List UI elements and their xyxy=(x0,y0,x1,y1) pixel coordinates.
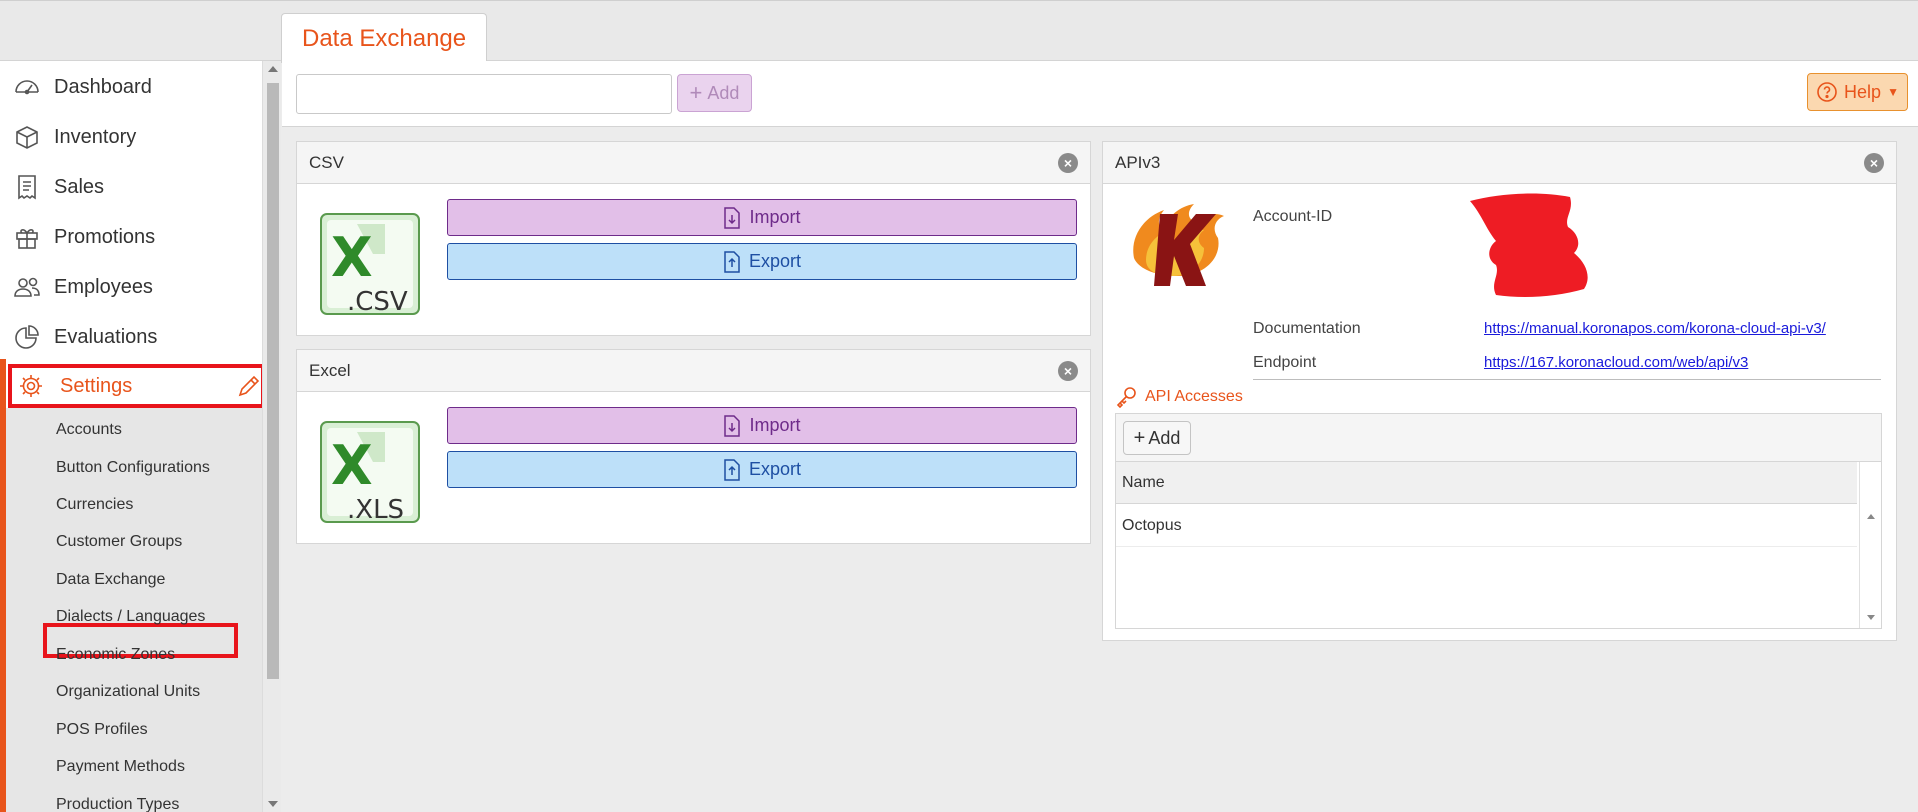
add-button-label: Add xyxy=(707,82,740,103)
divider xyxy=(1253,379,1881,380)
sidebar-item-label: Employees xyxy=(54,275,153,298)
svg-text:X: X xyxy=(331,226,373,289)
excel-import-button[interactable]: Import xyxy=(447,407,1077,444)
gift-icon xyxy=(16,229,38,249)
column-header-name[interactable]: Name xyxy=(1116,462,1857,504)
sidebar-item-settings[interactable]: Settings xyxy=(18,371,132,401)
help-button-label: Help xyxy=(1844,81,1882,102)
close-icon[interactable]: × xyxy=(1864,153,1884,173)
documentation-label: Documentation xyxy=(1253,320,1361,337)
sidebar-scrollbar[interactable] xyxy=(262,61,281,812)
file-import-icon xyxy=(724,414,741,437)
sidebar-item-dashboard[interactable]: Dashboard xyxy=(12,69,152,105)
panel-title: Excel xyxy=(309,360,351,380)
import-label: Import xyxy=(749,415,801,435)
sidebar-subitem-button-configurations[interactable]: Button Configurations xyxy=(56,458,210,478)
sidebar-subitem-payment-methods[interactable]: Payment Methods xyxy=(56,757,185,777)
file-import-icon xyxy=(724,206,741,229)
sidebar-item-label: Evaluations xyxy=(54,325,158,348)
api-accesses-title: API Accesses xyxy=(1115,386,1243,408)
sidebar-item-label: Settings xyxy=(60,374,133,397)
csv-panel-header: CSV × xyxy=(297,142,1090,184)
csv-export-button[interactable]: Export xyxy=(447,243,1077,280)
close-icon[interactable]: × xyxy=(1058,153,1078,173)
sidebar-item-evaluations[interactable]: Evaluations xyxy=(12,319,157,355)
excel-panel-header: Excel × xyxy=(297,350,1090,392)
sidebar-item-promotions[interactable]: Promotions xyxy=(12,219,155,255)
svg-text:.XLS: .XLS xyxy=(347,495,404,525)
panel-title: CSV xyxy=(309,152,344,172)
search-input[interactable] xyxy=(296,74,672,114)
sidebar-item-employees[interactable]: Employees xyxy=(12,269,153,305)
excel-panel: Excel × X .XLS Import Export xyxy=(296,349,1091,544)
add-button[interactable]: + Add xyxy=(677,74,752,112)
excel-export-button[interactable]: Export xyxy=(447,451,1077,488)
import-label: Import xyxy=(749,207,801,227)
box-icon xyxy=(16,126,38,149)
sidebar-subitem-pos-profiles[interactable]: POS Profiles xyxy=(56,720,148,740)
sidebar-subitem-organizational-units[interactable]: Organizational Units xyxy=(56,682,200,702)
sidebar-subitem-dialects-languages[interactable]: Dialects / Languages xyxy=(56,607,205,627)
top-bar: Data Exchange xyxy=(0,0,1918,63)
dashboard-icon xyxy=(15,80,39,95)
endpoint-label: Endpoint xyxy=(1253,354,1317,371)
help-button[interactable]: Help ▼ xyxy=(1807,73,1908,111)
sidebar-item-label: Inventory xyxy=(54,125,137,148)
caret-down-icon: ▼ xyxy=(1887,85,1899,99)
sidebar-item-label: Sales xyxy=(54,175,105,198)
add-button-label: Add xyxy=(1148,427,1181,448)
endpoint-link[interactable]: https://167.koronacloud.com/web/api/v3 xyxy=(1484,354,1748,371)
gear-icon xyxy=(20,375,42,397)
file-export-icon xyxy=(724,458,740,481)
sidebar-subitem-currencies[interactable]: Currencies xyxy=(56,495,133,515)
api-accesses-table: + Add Name Octopus xyxy=(1115,413,1882,629)
csv-import-button[interactable]: Import xyxy=(447,199,1077,236)
sidebar-item-label: Promotions xyxy=(54,225,156,248)
csv-panel: CSV × X .CSV Import Export xyxy=(296,141,1091,336)
sidebar-subitem-production-types[interactable]: Production Types xyxy=(56,795,179,812)
svg-text:.CSV: .CSV xyxy=(347,287,408,317)
add-api-access-button[interactable]: + Add xyxy=(1123,421,1191,455)
excel-csv-file-icon: X .CSV xyxy=(320,213,420,317)
sidebar-item-sales[interactable]: Sales xyxy=(12,169,104,205)
api-accesses-label: API Accesses xyxy=(1145,388,1243,405)
pencil-icon[interactable] xyxy=(236,373,262,399)
svg-text:X: X xyxy=(331,434,373,497)
plus-icon: + xyxy=(1133,426,1146,449)
korona-logo-icon xyxy=(1133,204,1224,286)
table-scrollbar[interactable] xyxy=(1859,462,1881,628)
export-label: Export xyxy=(748,251,802,271)
toolbar: + Add Help ▼ xyxy=(282,61,1918,127)
scroll-up-arrow-icon[interactable] xyxy=(1867,514,1875,519)
close-icon[interactable]: × xyxy=(1058,361,1078,381)
documentation-link[interactable]: https://manual.koronapos.com/korona-clou… xyxy=(1484,320,1826,337)
sidebar-subitem-accounts[interactable]: Accounts xyxy=(56,420,122,440)
excel-xls-file-icon: X .XLS xyxy=(320,421,420,525)
file-export-icon xyxy=(724,250,740,273)
plus-icon: + xyxy=(689,80,703,105)
account-id-label: Account-ID xyxy=(1253,208,1333,225)
sidebar-subitem-customer-groups[interactable]: Customer Groups xyxy=(56,532,182,552)
sidebar-item-label: Dashboard xyxy=(54,75,152,98)
redaction-mark xyxy=(1470,193,1588,297)
scroll-down-arrow-icon[interactable] xyxy=(1867,615,1875,620)
api-accesses-toolbar: + Add xyxy=(1116,414,1881,462)
sidebar-item-inventory[interactable]: Inventory xyxy=(12,119,136,155)
sidebar-subitem-data-exchange[interactable]: Data Exchange xyxy=(56,570,165,590)
export-label: Export xyxy=(748,459,802,479)
scroll-down-arrow-icon[interactable] xyxy=(268,801,278,807)
users-icon xyxy=(14,277,40,297)
sidebar: Dashboard Inventory Sales Promotions Emp… xyxy=(0,61,262,812)
sidebar-subitem-economic-zones[interactable]: Economic Zones xyxy=(56,645,175,665)
scroll-up-arrow-icon[interactable] xyxy=(268,66,278,72)
question-circle-icon xyxy=(1817,82,1837,102)
panel-title: APIv3 xyxy=(1115,152,1161,172)
receipt-icon xyxy=(18,175,36,200)
table-row[interactable]: Octopus xyxy=(1116,505,1857,547)
apiv3-panel-header: APIv3 × xyxy=(1103,142,1896,184)
key-icon xyxy=(1116,387,1136,408)
tab-data-exchange[interactable]: Data Exchange xyxy=(281,13,488,63)
scrollbar-thumb[interactable] xyxy=(267,83,279,679)
pie-chart-icon xyxy=(15,325,39,349)
